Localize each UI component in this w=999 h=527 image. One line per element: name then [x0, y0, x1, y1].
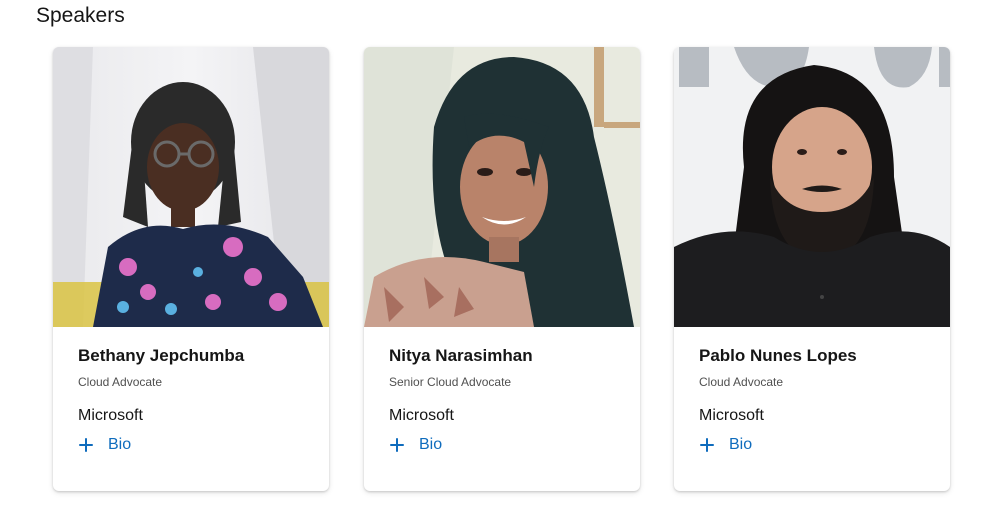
- speaker-role: Cloud Advocate: [78, 375, 163, 389]
- speaker-photo: [674, 47, 950, 327]
- section-title: Speakers: [36, 4, 125, 27]
- bio-toggle-button[interactable]: Bio: [78, 436, 131, 454]
- speaker-photo: [364, 47, 640, 327]
- speaker-card: Pablo Nunes Lopes Cloud Advocate Microso…: [674, 47, 950, 491]
- speaker-role: Cloud Advocate: [699, 375, 784, 389]
- bio-label: Bio: [419, 436, 443, 453]
- speaker-card: Nitya Narasimhan Senior Cloud Advocate M…: [364, 47, 640, 491]
- speaker-name: Nitya Narasimhan: [389, 346, 533, 365]
- speakers-section: Speakers Bethany Jepchumba Cloud Advocat…: [0, 0, 999, 527]
- plus-icon: [78, 437, 94, 453]
- speaker-card: Bethany Jepchumba Cloud Advocate Microso…: [53, 47, 329, 491]
- speaker-company: Microsoft: [389, 407, 454, 424]
- plus-icon: [699, 437, 715, 453]
- speaker-info: Pablo Nunes Lopes Cloud Advocate Microso…: [699, 345, 930, 454]
- bio-label: Bio: [729, 436, 753, 453]
- speaker-name: Pablo Nunes Lopes: [699, 346, 857, 365]
- speaker-info: Nitya Narasimhan Senior Cloud Advocate M…: [389, 345, 620, 454]
- bio-toggle-button[interactable]: Bio: [389, 436, 442, 454]
- speaker-company: Microsoft: [699, 407, 764, 424]
- plus-icon: [389, 437, 405, 453]
- speaker-name: Bethany Jepchumba: [78, 346, 245, 365]
- bio-label: Bio: [108, 436, 132, 453]
- bio-toggle-button[interactable]: Bio: [699, 436, 752, 454]
- speaker-info: Bethany Jepchumba Cloud Advocate Microso…: [78, 345, 309, 454]
- speaker-company: Microsoft: [78, 407, 143, 424]
- speaker-role: Senior Cloud Advocate: [389, 375, 512, 389]
- speaker-photo: [53, 47, 329, 327]
